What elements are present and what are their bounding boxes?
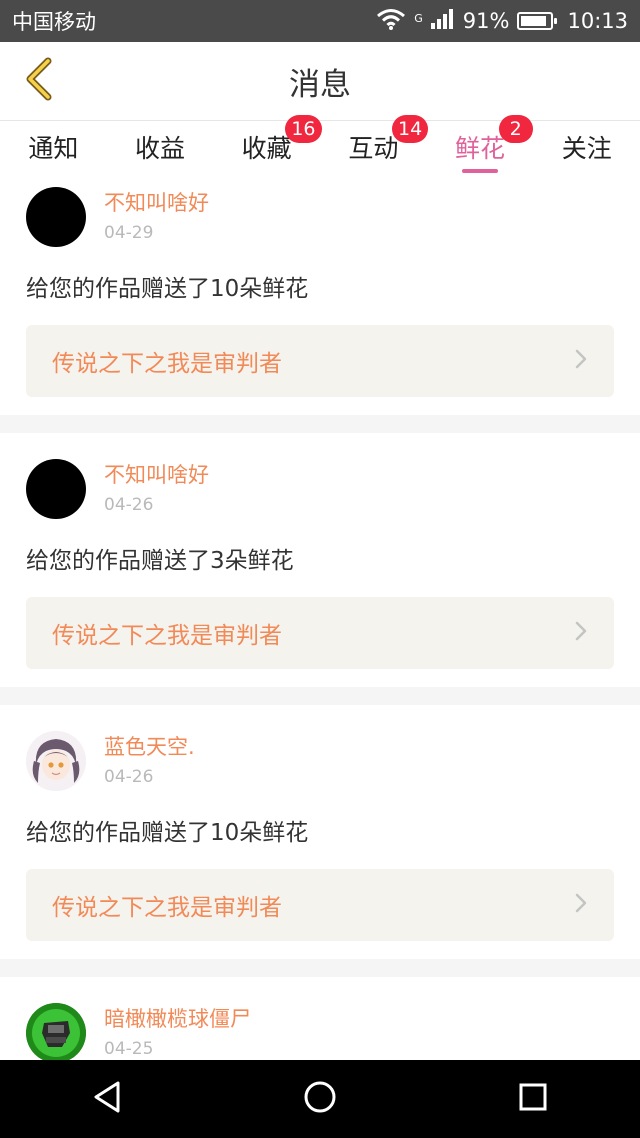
message-feed[interactable]: 不知叫啥好 04-29 给您的作品赠送了10朵鲜花 传说之下之我是审判者 不知叫… [0,179,640,1060]
tab-label: 收益 [135,134,186,163]
message-card: 蓝色天空. 04-26 给您的作品赠送了10朵鲜花 传说之下之我是审判者 [0,705,640,959]
wifi-icon [376,8,406,35]
battery-icon [517,12,558,30]
navigation-bar [0,1060,640,1138]
username[interactable]: 不知叫啥好 [104,461,209,489]
message-date: 04-26 [104,767,154,787]
zombie-avatar-icon [26,1003,86,1060]
interactions-badge: 14 [392,115,429,143]
battery-level-fill [521,16,547,26]
message-date: 04-26 [104,495,154,515]
username[interactable]: 蓝色天空. [104,733,195,761]
user-avatar[interactable] [26,187,86,247]
tab-label: 鲜花 [455,134,506,163]
triangle-back-icon [90,1079,124,1119]
tab-flowers[interactable]: 鲜花 2 [427,115,534,179]
message-date: 04-25 [104,1039,154,1059]
active-tab-indicator [462,169,499,173]
header: 消息 [0,42,640,121]
tab-label: 关注 [561,134,612,163]
work-title: 传说之下之我是审判者 [52,623,282,649]
screen: 中国移动 G 91% 10:13 消息 通知 收益 收藏 16 互动 14 鲜花… [0,0,640,1138]
status-bar: 中国移动 G 91% 10:13 [0,0,640,42]
message-card: 不知叫啥好 04-29 给您的作品赠送了10朵鲜花 传说之下之我是审判者 [0,179,640,415]
clock: 10:13 [567,9,628,33]
chevron-right-icon [574,620,588,646]
message-date: 04-29 [104,223,154,243]
work-title: 传说之下之我是审判者 [52,895,282,921]
network-type-label: G [414,11,423,25]
flowers-badge: 2 [498,115,533,143]
work-link[interactable]: 传说之下之我是审判者 [26,325,614,397]
page-title: 消息 [289,66,351,103]
back-button[interactable] [14,56,64,106]
username[interactable]: 暗橄橄榄球僵尸 [104,1005,251,1033]
tab-notifications[interactable]: 通知 [0,121,107,179]
nav-home-button[interactable] [280,1060,360,1138]
tab-earnings[interactable]: 收益 [107,121,214,179]
work-link[interactable]: 传说之下之我是审判者 [26,869,614,941]
tab-label: 通知 [28,134,79,163]
nav-recents-button[interactable] [493,1060,573,1138]
tab-following[interactable]: 关注 [533,121,640,179]
tab-favorites[interactable]: 收藏 16 [213,115,322,179]
user-avatar[interactable] [26,1003,86,1060]
nav-back-button[interactable] [67,1060,147,1138]
username[interactable]: 不知叫啥好 [104,189,209,217]
chevron-left-icon [22,57,56,105]
carrier-label: 中国移动 [12,10,96,34]
square-recents-icon [517,1081,549,1117]
gift-message: 给您的作品赠送了10朵鲜花 [26,276,309,302]
work-link[interactable]: 传说之下之我是审判者 [26,597,614,669]
anime-girl-avatar-icon [26,731,86,791]
chevron-right-icon [574,892,588,918]
user-avatar[interactable] [26,731,86,791]
message-card: 暗橄橄榄球僵尸 04-25 [0,977,640,1060]
user-avatar[interactable] [26,459,86,519]
gift-message: 给您的作品赠送了10朵鲜花 [26,820,309,846]
battery-percent: 91% [462,9,510,33]
chevron-right-icon [574,348,588,374]
gift-message: 给您的作品赠送了3朵鲜花 [26,548,294,574]
tab-label: 收藏 [241,134,292,163]
signal-icon [430,8,455,34]
tab-bar: 通知 收益 收藏 16 互动 14 鲜花 2 关注 [0,115,640,179]
status-icons: G 91% 10:13 [376,8,628,35]
circle-home-icon [302,1079,338,1119]
favorites-badge: 16 [285,115,322,143]
tab-label: 互动 [348,134,399,163]
tab-interactions[interactable]: 互动 14 [320,115,429,179]
message-card: 不知叫啥好 04-26 给您的作品赠送了3朵鲜花 传说之下之我是审判者 [0,433,640,687]
work-title: 传说之下之我是审判者 [52,351,282,377]
